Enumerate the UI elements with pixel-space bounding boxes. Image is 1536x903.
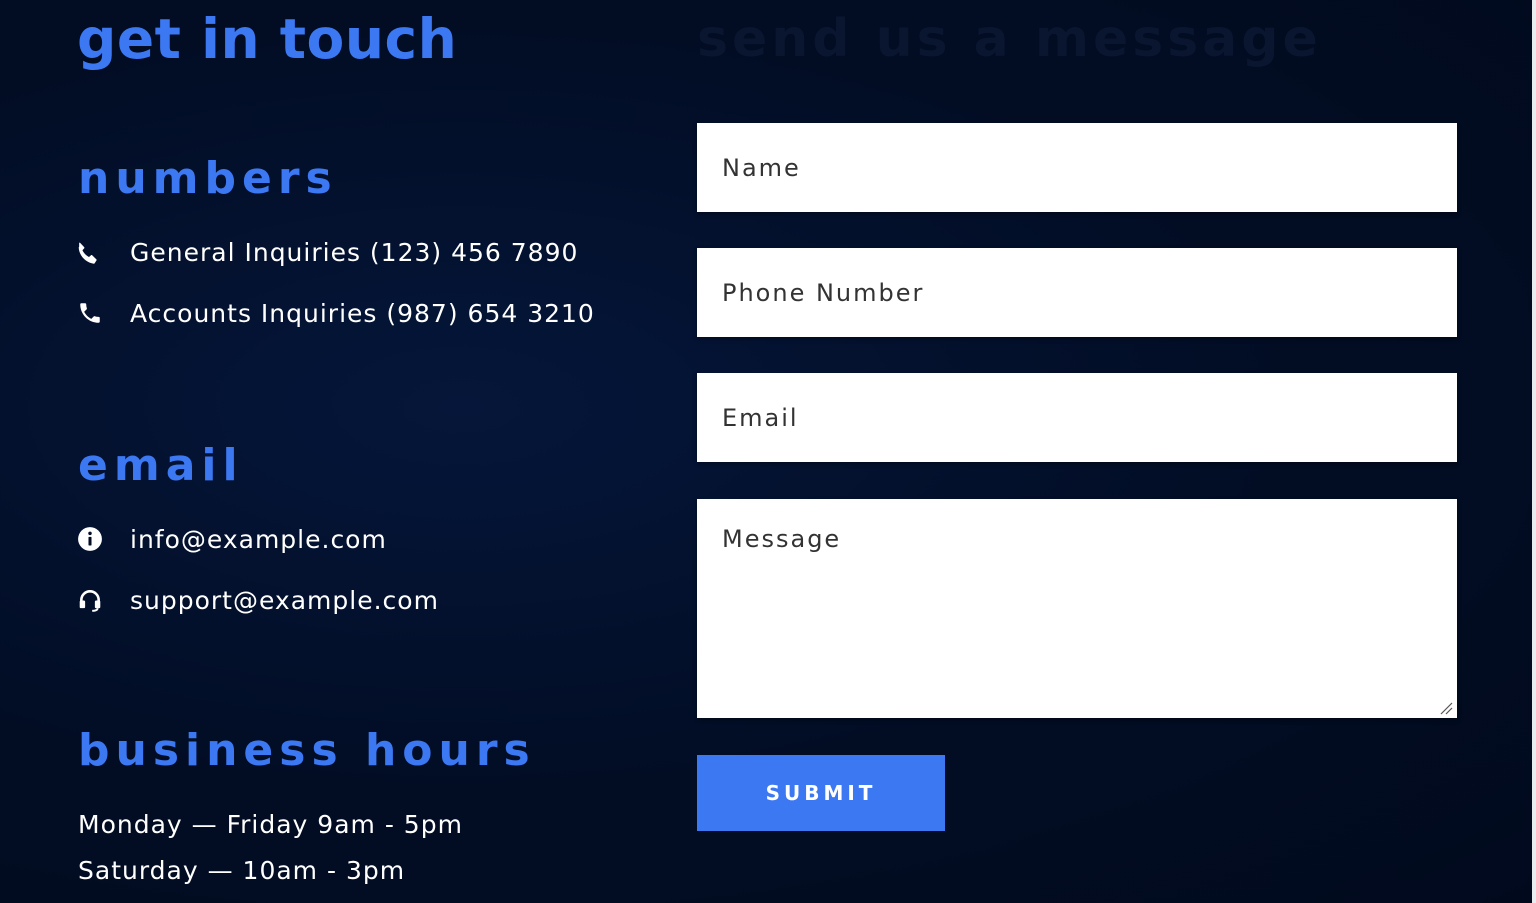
hours-saturday: Saturday — 10am - 3pm bbox=[78, 856, 406, 885]
general-inquiries-text: General Inquiries (123) 456 7890 bbox=[130, 237, 579, 267]
submit-button[interactable]: SUBMIT bbox=[697, 755, 945, 831]
contact-row-support-email[interactable]: support@example.com bbox=[76, 584, 439, 616]
message-textarea[interactable] bbox=[697, 499, 1457, 718]
info-email-link[interactable]: info@example.com bbox=[130, 525, 387, 554]
phone-number-input[interactable] bbox=[697, 248, 1457, 337]
phone-handset-icon bbox=[76, 299, 104, 327]
page-edge bbox=[1532, 0, 1536, 903]
resize-handle-icon[interactable] bbox=[1439, 700, 1453, 715]
page-title: get in touch bbox=[77, 7, 458, 71]
support-email-link[interactable]: support@example.com bbox=[130, 586, 439, 615]
hours-weekday: Monday — Friday 9am - 5pm bbox=[78, 810, 463, 839]
headset-icon bbox=[76, 586, 104, 614]
contact-row-accounts-inquiries: Accounts Inquiries (987) 654 3210 bbox=[76, 297, 595, 329]
email-input[interactable] bbox=[697, 373, 1457, 462]
numbers-heading: numbers bbox=[78, 153, 338, 204]
business-hours-heading: business hours bbox=[78, 725, 536, 776]
phone-icon bbox=[76, 238, 104, 266]
contact-page: get in touch numbers General Inquiries (… bbox=[0, 0, 1536, 903]
email-heading: email bbox=[78, 440, 244, 491]
contact-row-general-inquiries: General Inquiries (123) 456 7890 bbox=[76, 236, 578, 268]
contact-row-info-email[interactable]: info@example.com bbox=[76, 523, 387, 555]
accounts-inquiries-text: Accounts Inquiries (987) 654 3210 bbox=[130, 298, 595, 328]
info-icon bbox=[76, 525, 104, 553]
form-title: send us a message bbox=[697, 9, 1322, 69]
name-input[interactable] bbox=[697, 123, 1457, 212]
